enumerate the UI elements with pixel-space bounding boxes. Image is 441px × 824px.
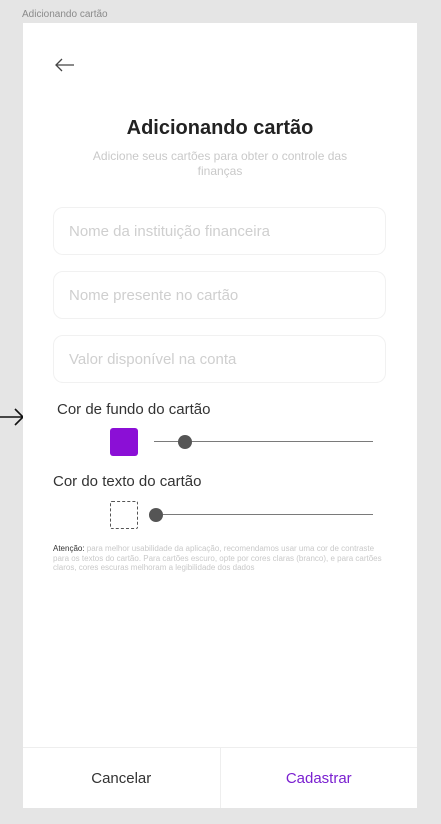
attention-text: para melhor usabilidade da aplicação, re… [53, 544, 382, 572]
slider-knob[interactable] [178, 435, 192, 449]
add-card-screen: Adicionando cartão Adicione seus cartões… [23, 23, 417, 808]
back-button[interactable] [53, 53, 77, 77]
cancel-button[interactable]: Cancelar [23, 748, 221, 808]
text-color-label: Cor do texto do cartão [53, 473, 202, 490]
page-subtitle: Adicione seus cartões para obter o contr… [92, 149, 348, 178]
card-name-placeholder: Nome presente no cartão [69, 286, 239, 304]
text-color-swatch[interactable] [110, 501, 138, 529]
attention-note: Atenção: para melhor usabilidade da apli… [53, 544, 387, 573]
available-balance-input[interactable]: Valor disponível na conta [53, 335, 386, 383]
slider-track [149, 514, 373, 515]
footer-actions: Cancelar Cadastrar [23, 747, 417, 808]
institution-name-placeholder: Nome da instituição financeira [69, 222, 270, 240]
background-color-swatch[interactable] [110, 428, 138, 456]
frame-label: Adicionando cartão [22, 9, 108, 20]
institution-name-input[interactable]: Nome da instituição financeira [53, 207, 386, 255]
background-color-slider[interactable] [154, 435, 373, 449]
text-color-slider[interactable] [149, 508, 373, 522]
card-name-input[interactable]: Nome presente no cartão [53, 271, 386, 319]
background-color-label: Cor de fundo do cartão [57, 401, 211, 418]
slider-knob[interactable] [149, 508, 163, 522]
arrow-left-icon [55, 58, 74, 72]
attention-prefix: Atenção: [53, 544, 85, 553]
submit-button[interactable]: Cadastrar [221, 748, 418, 808]
page-title: Adicionando cartão [126, 117, 314, 139]
available-balance-placeholder: Valor disponível na conta [69, 350, 237, 368]
